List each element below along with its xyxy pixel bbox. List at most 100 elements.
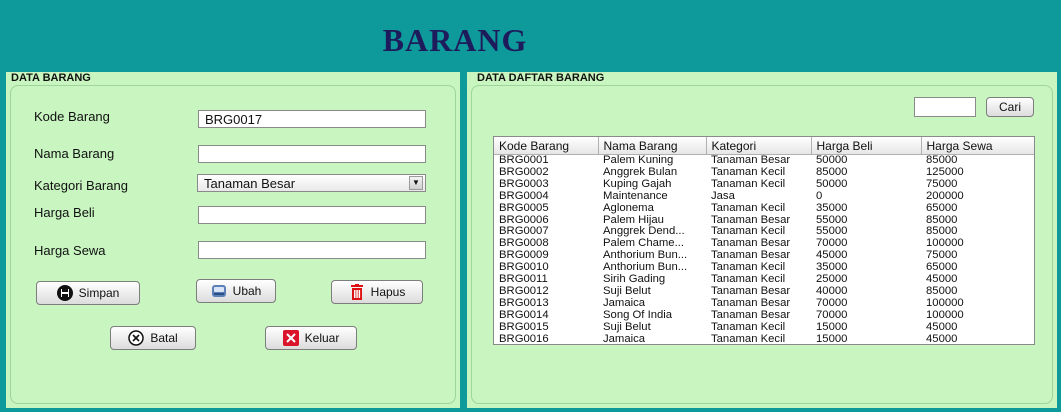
kode-barang-label: Kode Barang: [34, 109, 110, 124]
column-header[interactable]: Harga Sewa: [921, 137, 1034, 155]
table-cell: Tanaman Kecil: [711, 202, 786, 214]
harga-sewa-field[interactable]: [198, 241, 426, 259]
table-cell: Maintenance: [603, 190, 668, 202]
table-cell: BRG0015: [499, 321, 549, 333]
page-title: BARANG: [382, 22, 528, 58]
keluar-label: Keluar: [304, 331, 340, 345]
column-header[interactable]: Kategori: [706, 137, 812, 155]
dropdown-arrow-icon[interactable]: ▼: [409, 176, 423, 190]
table-cell: 70000: [816, 297, 848, 309]
table-row[interactable]: BRG0005 Aglonema Tanaman Kecil 35000 65000: [494, 202, 1034, 215]
column-header[interactable]: Nama Barang: [598, 137, 707, 155]
table-row[interactable]: BRG0009 Anthorium Bun... Tanaman Besar 4500…: [494, 250, 1034, 262]
table-cell: BRG0009: [499, 250, 549, 262]
table-cell: 65000: [926, 202, 958, 214]
table-cell: Tanaman Besar: [711, 309, 791, 321]
table-cell: 50000: [816, 154, 848, 167]
cancel-icon: [128, 330, 145, 346]
table-cell: Kuping Gajah: [603, 178, 672, 190]
table-body: BRG0001 Palem Kuning Tanaman Besar 50000 850…: [494, 154, 1034, 345]
table-cell: 70000: [816, 309, 848, 321]
table-cell: 55000: [816, 214, 848, 226]
kategori-selected-value: Tanaman Besar: [204, 176, 296, 191]
table-cell: Palem Hijau: [603, 214, 664, 226]
table-row[interactable]: BRG0014 Song Of India Tanaman Besar 70000 10…: [494, 309, 1034, 322]
table-cell: Tanaman Besar: [711, 297, 791, 309]
table-cell: 70000: [816, 238, 848, 250]
table-row[interactable]: BRG0011 Sirih Gading Tanaman Kecil 25000 450…: [494, 274, 1034, 286]
table-cell: Anggrek Dend...: [603, 226, 685, 238]
column-header[interactable]: Kode Barang: [494, 137, 599, 155]
batal-button[interactable]: Batal: [110, 326, 196, 350]
table-cell: Jamaica: [603, 333, 646, 345]
kategori-barang-label: Kategori Barang: [34, 178, 128, 193]
table-cell: BRG0012: [499, 285, 549, 297]
table-cell: Tanaman Kecil: [711, 274, 786, 286]
table-cell: 75000: [926, 178, 958, 190]
batal-label: Batal: [150, 331, 178, 345]
table-cell: Tanaman Besar: [711, 238, 791, 250]
table-row[interactable]: BRG0015 Suji Belut Tanaman Kecil 15000 45000: [494, 321, 1034, 334]
table-cell: 75000: [926, 250, 958, 262]
table-cell: Tanaman Kecil: [711, 226, 786, 238]
table-row[interactable]: BRG0016 Jamaica Tanaman Kecil 15000 45000: [494, 333, 1034, 345]
table-cell: 15000: [816, 321, 848, 333]
table-cell: 40000: [816, 285, 848, 297]
table-cell: BRG0008: [499, 238, 549, 250]
table-cell: 55000: [816, 226, 848, 238]
ubah-button[interactable]: Ubah: [196, 279, 276, 303]
table-cell: 35000: [816, 262, 848, 274]
keluar-button[interactable]: Keluar: [265, 326, 357, 350]
kode-barang-field[interactable]: BRG0017: [198, 110, 426, 128]
table-row[interactable]: BRG0007 Anggrek Dend... Tanaman Kecil 55000…: [494, 226, 1034, 238]
table-cell: Tanaman Kecil: [711, 321, 786, 333]
table-cell: 50000: [816, 178, 848, 190]
table-cell: BRG0007: [499, 226, 549, 238]
search-input[interactable]: [914, 97, 976, 117]
close-icon: [282, 330, 299, 346]
table-cell: BRG0006: [499, 214, 549, 226]
table-cell: Tanaman Kecil: [711, 262, 786, 274]
simpan-button[interactable]: Simpan: [36, 281, 140, 305]
table-row[interactable]: BRG0001 Palem Kuning Tanaman Besar 50000 850…: [494, 154, 1034, 167]
table-cell: 125000: [926, 166, 964, 178]
table-row[interactable]: BRG0008 Palem Chame... Tanaman Besar 70000 1…: [494, 238, 1034, 250]
table-cell: 100000: [926, 309, 964, 321]
harga-sewa-label: Harga Sewa: [34, 243, 106, 258]
simpan-label: Simpan: [78, 286, 120, 300]
table-cell: 45000: [926, 274, 958, 286]
table-cell: 0: [816, 190, 823, 202]
table-cell: 85000: [926, 154, 958, 167]
barang-table[interactable]: Kode Barang Nama Barang Kategori Harga Beli…: [493, 136, 1035, 345]
kategori-barang-select[interactable]: Tanaman Besar ▼: [197, 174, 426, 192]
hapus-label: Hapus: [370, 285, 406, 299]
panel-heading: DATA BARANG: [11, 72, 91, 84]
panel-heading: DATA DAFTAR BARANG: [477, 72, 605, 84]
hapus-button[interactable]: Hapus: [331, 280, 423, 304]
table-row[interactable]: BRG0002 Anggrek Bulan Tanaman Kecil 85000 12…: [494, 166, 1034, 179]
table-row[interactable]: BRG0004 Maintenance Jasa 0 200000: [494, 190, 1034, 203]
table-cell: 85000: [926, 214, 958, 226]
table-row[interactable]: BRG0010 Anthorium Bun... Tanaman Kecil 3500…: [494, 262, 1034, 274]
table-cell: Palem Chame...: [603, 238, 684, 250]
column-header[interactable]: Harga Beli: [811, 137, 922, 155]
table-row[interactable]: BRG0006 Palem Hijau Tanaman Besar 55000 8500…: [494, 214, 1034, 227]
nama-barang-field[interactable]: [198, 145, 426, 163]
table-cell: BRG0013: [499, 297, 549, 309]
table-cell: BRG0004: [499, 190, 549, 202]
table-cell: Anthorium Bun...: [603, 262, 688, 274]
table-header-row: Kode Barang Nama Barang Kategori Harga Beli…: [494, 137, 1034, 155]
table-cell: 85000: [926, 226, 958, 238]
table-cell: 45000: [926, 333, 958, 345]
table-cell: 100000: [926, 238, 964, 250]
table-cell: Anthorium Bun...: [603, 250, 688, 262]
table-row[interactable]: BRG0012 Suji Belut Tanaman Besar 40000 85000: [494, 285, 1034, 298]
cari-button[interactable]: Cari: [986, 97, 1034, 117]
table-cell: 85000: [816, 166, 848, 178]
table-cell: BRG0014: [499, 309, 549, 321]
table-row[interactable]: BRG0013 Jamaica Tanaman Besar 70000 100000: [494, 297, 1034, 310]
table-cell: Anggrek Bulan: [603, 166, 678, 178]
harga-beli-field[interactable]: [198, 206, 426, 224]
table-cell: Tanaman Besar: [711, 214, 791, 226]
table-row[interactable]: BRG0003 Kuping Gajah Tanaman Kecil 50000 750…: [494, 178, 1034, 191]
